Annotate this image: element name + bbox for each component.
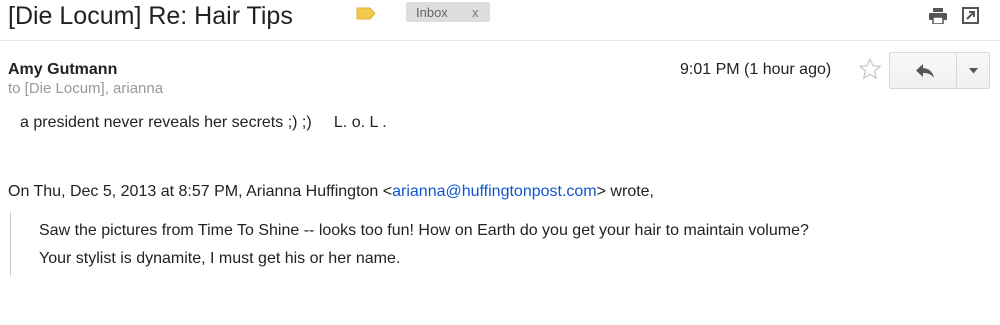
quote-intro: On Thu, Dec 5, 2013 at 8:57 PM, Arianna … — [8, 183, 393, 200]
quoted-line: Your stylist is dynamite, I must get his… — [39, 250, 401, 267]
inbox-label-text: Inbox — [416, 5, 448, 20]
reply-arrow-icon — [916, 64, 934, 78]
sender-name[interactable]: Amy Gutmann — [8, 61, 117, 79]
email-subject: [Die Locum] Re: Hair Tips — [8, 2, 293, 30]
quoted-line: Saw the pictures from Time To Shine -- l… — [39, 222, 809, 239]
star-icon[interactable] — [858, 57, 882, 81]
chevron-down-icon — [969, 68, 978, 74]
subject-bar: [Die Locum] Re: Hair Tips Inbox x — [0, 0, 1000, 41]
more-options-button[interactable] — [956, 52, 990, 89]
recipients-line[interactable]: to [Die Locum], arianna — [8, 80, 163, 97]
label-tag-icon[interactable] — [356, 7, 376, 20]
message-timestamp: 9:01 PM (1 hour ago) — [680, 61, 832, 78]
quote-attribution: On Thu, Dec 5, 2013 at 8:57 PM, Arianna … — [8, 183, 654, 201]
print-icon[interactable] — [929, 8, 947, 24]
quote-email-link[interactable]: arianna@huffingtonpost.com — [392, 183, 597, 200]
inbox-label-chip[interactable]: Inbox x — [406, 2, 490, 22]
quoted-text-block: Saw the pictures from Time To Shine -- l… — [10, 212, 971, 276]
popout-icon[interactable] — [962, 7, 979, 24]
quote-outro: > wrote, — [596, 183, 654, 200]
message-body: a president never reveals her secrets ;)… — [20, 114, 387, 131]
reply-button[interactable] — [889, 52, 957, 89]
remove-label-button[interactable]: x — [472, 5, 479, 20]
